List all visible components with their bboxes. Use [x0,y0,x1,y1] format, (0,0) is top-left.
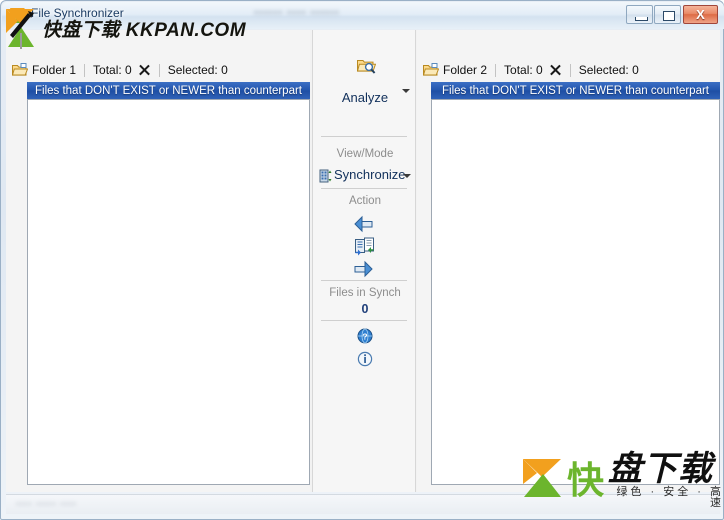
files-in-synch-label: Files in Synch [329,287,401,299]
app-icon [9,7,26,24]
toolbar-separator [84,63,86,77]
files-in-synch-value: 0 [361,302,369,316]
divider [321,280,407,281]
x-clear-icon[interactable] [137,63,151,77]
arrow-left-icon [354,215,373,233]
maximize-restore-button[interactable] [654,5,681,24]
title-bar: File Synchronizer •••••• •••• •••••• X [2,2,724,29]
status-bar: •••• ••••• •••• [6,494,720,514]
help-button[interactable]: ? [313,326,417,346]
chevron-down-icon[interactable] [403,174,411,178]
close-button[interactable]: X [683,5,718,24]
divider [321,188,407,189]
divider [321,320,407,321]
close-icon: X [696,7,705,22]
folder-left-toolbar: Folder 1 Total: 0 Selected: 0 [6,59,310,81]
document-sync-icon [355,237,374,256]
view-mode-section-label: View/Mode [336,148,394,160]
client-area: Folder 1 Total: 0 Selected: 0 Files that… [6,30,720,492]
help-globe-icon: ? [357,328,373,344]
action-section-label: Action [349,195,381,207]
x-clear-icon[interactable] [548,63,562,77]
folder-right-total: Total: 0 [504,63,543,77]
synchronize-icon [319,169,332,183]
toolbar-separator [158,63,160,77]
center-command-column: Analyze View/Mode Synchronize Action Fil… [312,30,416,492]
status-bar-obscured-region: •••• ••••• •••• [16,499,77,509]
folder-left-total: Total: 0 [93,63,132,77]
copy-right-button[interactable] [313,258,417,280]
folder-search-icon [356,58,377,75]
arrow-right-icon [354,260,373,278]
analyze-button[interactable]: Analyze [313,48,417,118]
divider [321,136,407,137]
toolbar-separator [569,63,571,77]
folder-right-file-list[interactable] [431,99,720,485]
view-mode-selector[interactable]: Synchronize [313,166,417,186]
info-icon [357,351,373,367]
chevron-down-icon[interactable] [402,89,410,93]
folder-left-label[interactable]: Folder 1 [32,63,76,77]
minimize-icon [635,17,648,21]
maximize-icon [663,11,675,21]
synchronize-action-button[interactable] [313,235,417,257]
view-mode-value: Synchronize [334,167,406,182]
folder-right-label[interactable]: Folder 2 [443,63,487,77]
info-button[interactable] [313,349,417,369]
open-folder-icon [422,63,440,77]
folder-left-filter-bar[interactable]: Files that DON'T EXIST or NEWER than cou… [27,82,310,99]
open-folder-icon [11,63,29,77]
window-title: File Synchronizer [31,6,124,20]
minimize-button[interactable] [626,5,653,24]
folder-left-selected: Selected: 0 [167,63,228,77]
svg-text:?: ? [362,332,367,342]
folder-right-filter-bar[interactable]: Files that DON'T EXIST or NEWER than cou… [431,82,720,99]
folder-panel-right: Folder 2 Total: 0 Selected: 0 Files that… [417,30,720,492]
folder-left-file-list[interactable] [27,99,310,485]
toolbar-separator [495,63,497,77]
folder-right-toolbar: Folder 2 Total: 0 Selected: 0 [417,59,720,81]
folder-right-selected: Selected: 0 [578,63,639,77]
title-bar-obscured-region: •••••• •••• •••••• [254,7,340,19]
copy-left-button[interactable] [313,213,417,235]
folder-panel-left: Folder 1 Total: 0 Selected: 0 Files that… [6,30,310,492]
application-window: File Synchronizer •••••• •••• •••••• X F… [0,0,724,520]
